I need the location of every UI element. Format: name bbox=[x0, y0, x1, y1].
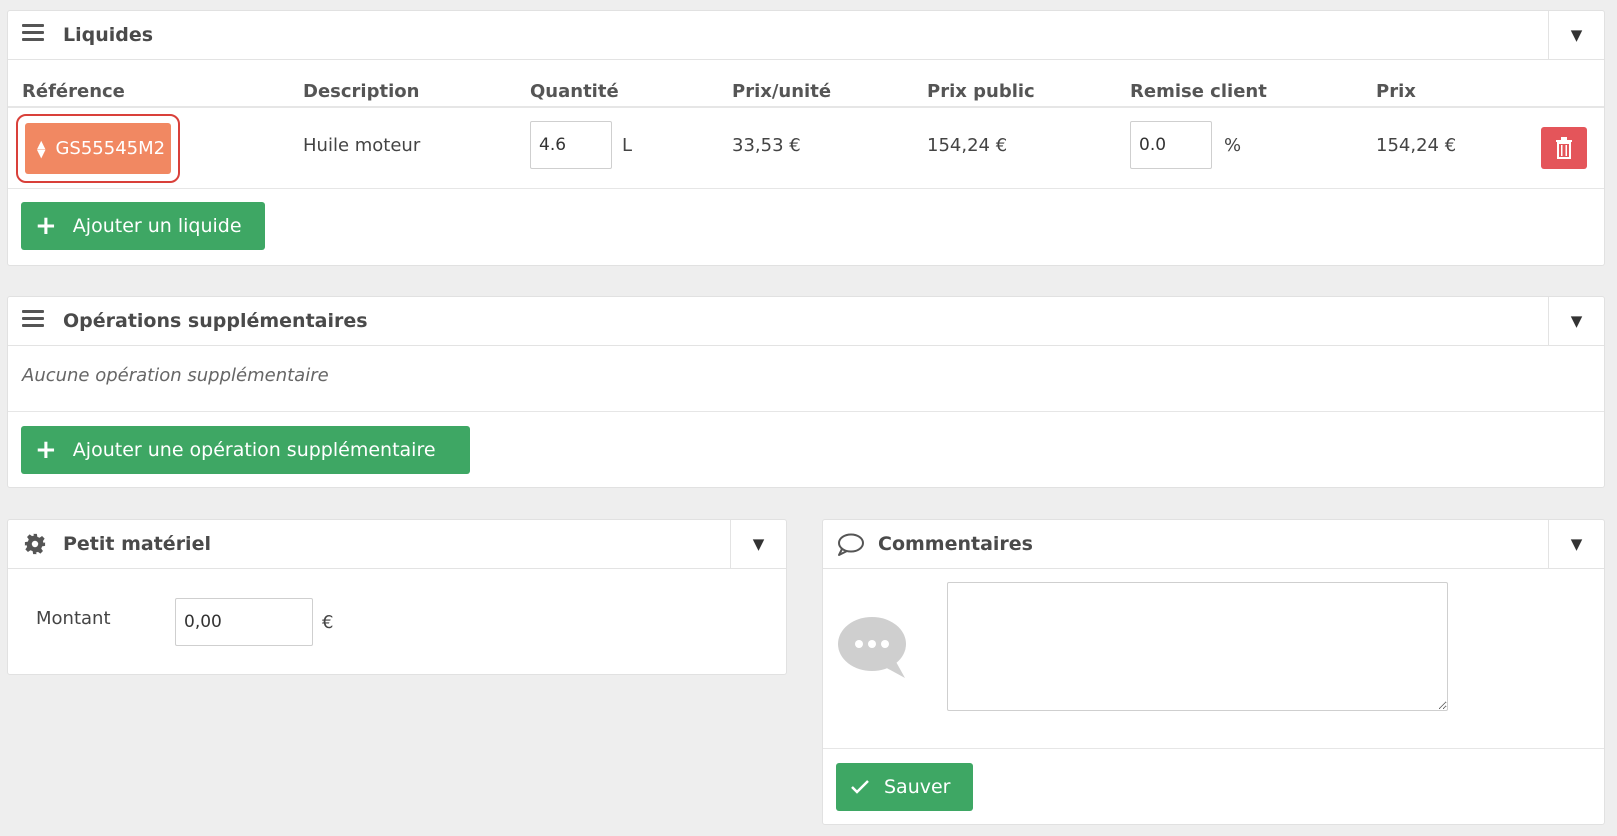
liquides-panel: Liquides ▼ Référence Description Quantit… bbox=[7, 10, 1605, 266]
chat-bubble-icon bbox=[838, 617, 906, 678]
caret-down-icon: ▼ bbox=[1570, 312, 1583, 330]
prix-value: 154,24 € bbox=[1376, 135, 1457, 156]
operations-header: Opérations supplémentaires ▼ bbox=[8, 297, 1604, 346]
operations-title: Opérations supplémentaires bbox=[63, 310, 368, 332]
remise-unit: % bbox=[1224, 135, 1242, 156]
col-description: Description bbox=[303, 81, 420, 102]
menu-icon bbox=[22, 24, 46, 46]
gear-icon bbox=[24, 533, 46, 555]
petit-materiel-panel: Petit matériel ▼ Montant € bbox=[7, 519, 787, 675]
commentaires-collapse-button[interactable]: ▼ bbox=[1548, 520, 1604, 568]
add-operation-label: Ajouter une opération supplémentaire bbox=[72, 439, 436, 461]
col-remise-client: Remise client bbox=[1130, 81, 1267, 102]
description-value: Huile moteur bbox=[303, 135, 421, 156]
col-prix: Prix bbox=[1376, 81, 1416, 102]
row-divider bbox=[8, 188, 1604, 189]
plus-icon: + bbox=[35, 435, 57, 465]
check-icon bbox=[851, 780, 869, 794]
quantite-input[interactable] bbox=[530, 121, 612, 169]
plus-icon: + bbox=[35, 211, 57, 241]
commentaires-panel: Commentaires ▼ Sauver bbox=[822, 519, 1605, 825]
operations-panel: Opérations supplémentaires ▼ Aucune opér… bbox=[7, 296, 1605, 488]
liquides-collapse-button[interactable]: ▼ bbox=[1548, 11, 1604, 59]
operations-collapse-button[interactable]: ▼ bbox=[1548, 297, 1604, 345]
operations-divider bbox=[8, 411, 1604, 412]
col-prix-public: Prix public bbox=[927, 81, 1035, 102]
commentaires-divider bbox=[823, 748, 1604, 749]
montant-input[interactable] bbox=[175, 598, 313, 646]
save-label: Sauver bbox=[884, 776, 951, 798]
comment-textarea[interactable] bbox=[947, 582, 1448, 711]
col-quantite: Quantité bbox=[530, 81, 619, 102]
save-button[interactable]: Sauver bbox=[836, 763, 973, 811]
petit-materiel-title: Petit matériel bbox=[63, 533, 211, 555]
caret-down-icon: ▼ bbox=[752, 535, 765, 553]
quantite-unit: L bbox=[622, 135, 633, 156]
petit-materiel-collapse-button[interactable]: ▼ bbox=[730, 520, 786, 568]
caret-down-icon: ▼ bbox=[1570, 535, 1583, 553]
header-divider bbox=[8, 106, 1604, 108]
commentaires-title: Commentaires bbox=[878, 533, 1033, 555]
add-operation-button[interactable]: + Ajouter une opération supplémentaire bbox=[21, 426, 470, 474]
col-prix-unite: Prix/unité bbox=[732, 81, 832, 102]
comment-icon bbox=[838, 533, 864, 556]
trash-icon bbox=[1556, 137, 1572, 159]
sort-icon: ▲ ▼ bbox=[37, 137, 46, 160]
add-liquide-label: Ajouter un liquide bbox=[72, 215, 242, 237]
liquides-title: Liquides bbox=[63, 24, 154, 46]
petit-materiel-header: Petit matériel ▼ bbox=[8, 520, 786, 569]
add-liquide-button[interactable]: + Ajouter un liquide bbox=[21, 202, 265, 250]
caret-down-icon: ▼ bbox=[1570, 26, 1583, 44]
reference-select[interactable]: ▲ ▼ GS55545M2 bbox=[25, 123, 171, 174]
remise-input[interactable] bbox=[1130, 121, 1212, 169]
menu-icon bbox=[22, 310, 46, 332]
no-operations-text: Aucune opération supplémentaire bbox=[22, 365, 329, 386]
reference-highlight: ▲ ▼ GS55545M2 bbox=[16, 114, 180, 183]
reference-value: GS55545M2 bbox=[55, 138, 166, 159]
montant-label: Montant bbox=[36, 608, 111, 629]
prix-public-value: 154,24 € bbox=[927, 135, 1008, 156]
montant-currency: € bbox=[322, 612, 334, 633]
prix-unite-value: 33,53 € bbox=[732, 135, 801, 156]
commentaires-header: Commentaires ▼ bbox=[823, 520, 1604, 569]
col-reference: Référence bbox=[22, 81, 125, 102]
delete-button[interactable] bbox=[1541, 127, 1587, 169]
liquides-header: Liquides ▼ bbox=[8, 11, 1604, 60]
